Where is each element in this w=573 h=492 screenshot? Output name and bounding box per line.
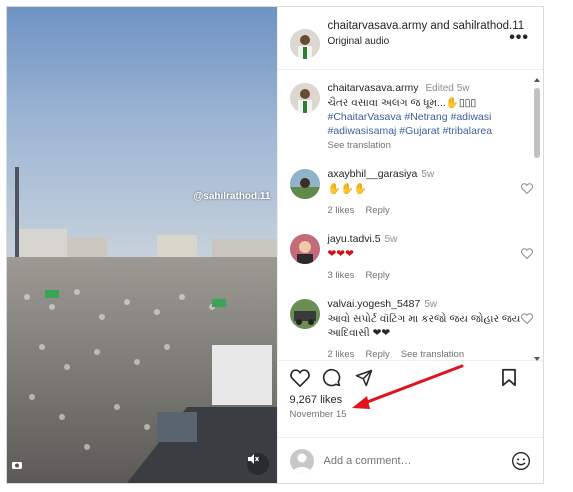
comment-username[interactable]: valvai.yogesh_5487 [328, 298, 421, 310]
crowd-scene-image [7, 7, 277, 483]
more-options-button[interactable]: ••• [509, 29, 529, 47]
post-video[interactable]: @sahilrathod.11 [7, 7, 277, 483]
scrollbar-thumb[interactable] [534, 88, 540, 158]
like-comment-heart-icon[interactable] [521, 311, 533, 329]
caption-hashtags: #ChaitarVasava #Netrang #adiwasi #adiwas… [328, 110, 522, 138]
hashtag-link[interactable]: #adiwasi [450, 111, 491, 123]
comment-text: ❤❤❤ [327, 248, 354, 260]
comment-item: valvai.yogesh_5487 5w આવો સપોર્ટ વૉટિંગ મ… [289, 297, 533, 360]
emoji-smiley-icon[interactable] [511, 451, 531, 471]
comment-bubble-icon[interactable] [322, 368, 342, 388]
share-send-icon[interactable] [354, 368, 374, 388]
camera-icon [11, 459, 29, 477]
comment-age[interactable]: 5w [424, 299, 437, 310]
comment-age[interactable]: 5w [385, 234, 398, 245]
comment-username[interactable]: jayu.tadvi.5 [328, 233, 381, 245]
comment-text: આવો સપોર્ટ વૉટિંગ મા કરજો જય જોહાર જય આદ… [327, 313, 521, 339]
like-heart-icon[interactable] [289, 368, 310, 388]
hashtag-link[interactable]: #ChaitarVasava [328, 111, 402, 123]
hashtag-link[interactable]: #Gujarat [399, 125, 439, 137]
comment-item: axaybhil__garasiya 5w ✋✋✋ 2 likes Reply [289, 167, 533, 218]
caption-age[interactable]: 5w [457, 83, 470, 94]
caption-edited-label: Edited [425, 83, 454, 94]
post-actions-bar [277, 360, 543, 394]
add-comment-input[interactable] [323, 454, 511, 467]
comment-reply-button[interactable]: Reply [365, 205, 389, 216]
post-header: chaitarvasava.army and sahilrathod.11 Or… [277, 7, 543, 70]
current-user-avatar [289, 448, 314, 473]
save-bookmark-icon[interactable] [499, 368, 519, 388]
comment-text: ✋✋✋ [327, 183, 367, 195]
speaker-muted-icon [247, 454, 259, 464]
author-avatar[interactable] [289, 29, 320, 59]
author-avatar[interactable] [289, 83, 320, 113]
scroll-down-arrow-icon[interactable] [534, 357, 540, 361]
audio-label[interactable]: Original audio [328, 36, 534, 47]
like-comment-heart-icon[interactable] [521, 246, 533, 264]
mute-toggle-button[interactable] [246, 453, 269, 475]
comment-age[interactable]: 5w [421, 169, 434, 180]
comment-likes[interactable]: 2 likes [328, 205, 355, 216]
caption-comment: chaitarvasava.army Edited 5w ચૈતર વસાવા … [289, 70, 522, 153]
post-dialog: @sahilrathod.11 chaitarvasava.army and s… [6, 6, 544, 484]
comments-scrollbar[interactable] [533, 78, 541, 361]
caption-username[interactable]: chaitarvasava.army [328, 82, 419, 94]
caption-text: ચૈતર વસાવા અલગ જ ધૂમ...✋▯▯▯ [327, 97, 477, 109]
scroll-up-arrow-icon[interactable] [534, 78, 540, 82]
caption-see-translation[interactable]: See translation [328, 139, 522, 153]
comment-likes[interactable]: 2 likes [328, 349, 355, 360]
comment-username[interactable]: axaybhil__garasiya [328, 168, 418, 180]
comment-see-translation[interactable]: See translation [401, 349, 464, 360]
comments-list[interactable]: chaitarvasava.army Edited 5w ચૈતર વસાવા … [278, 70, 544, 360]
hashtag-link[interactable]: #tribalarea [443, 125, 493, 137]
like-comment-heart-icon[interactable] [521, 181, 533, 199]
comment-reply-button[interactable]: Reply [365, 349, 389, 360]
hashtag-link[interactable]: #adiwasisamaj [328, 125, 397, 137]
post-side-panel: chaitarvasava.army and sahilrathod.11 Or… [276, 7, 544, 483]
likes-count[interactable]: 9,267 likes [278, 394, 544, 406]
hashtag-link[interactable]: #Netrang [404, 111, 447, 123]
comment-composer [277, 437, 543, 483]
comment-likes[interactable]: 3 likes [328, 270, 355, 281]
post-authors[interactable]: chaitarvasava.army and sahilrathod.11 [328, 19, 534, 34]
commenter-avatar[interactable] [289, 169, 320, 199]
post-date[interactable]: November 15 [278, 406, 544, 420]
commenter-avatar[interactable] [289, 299, 320, 329]
comment-item: jayu.tadvi.5 5w ❤❤❤ 3 likes Reply [289, 232, 533, 283]
commenter-avatar[interactable] [289, 234, 320, 264]
video-watermark: @sahilrathod.11 [193, 191, 271, 202]
comment-reply-button[interactable]: Reply [365, 270, 389, 281]
